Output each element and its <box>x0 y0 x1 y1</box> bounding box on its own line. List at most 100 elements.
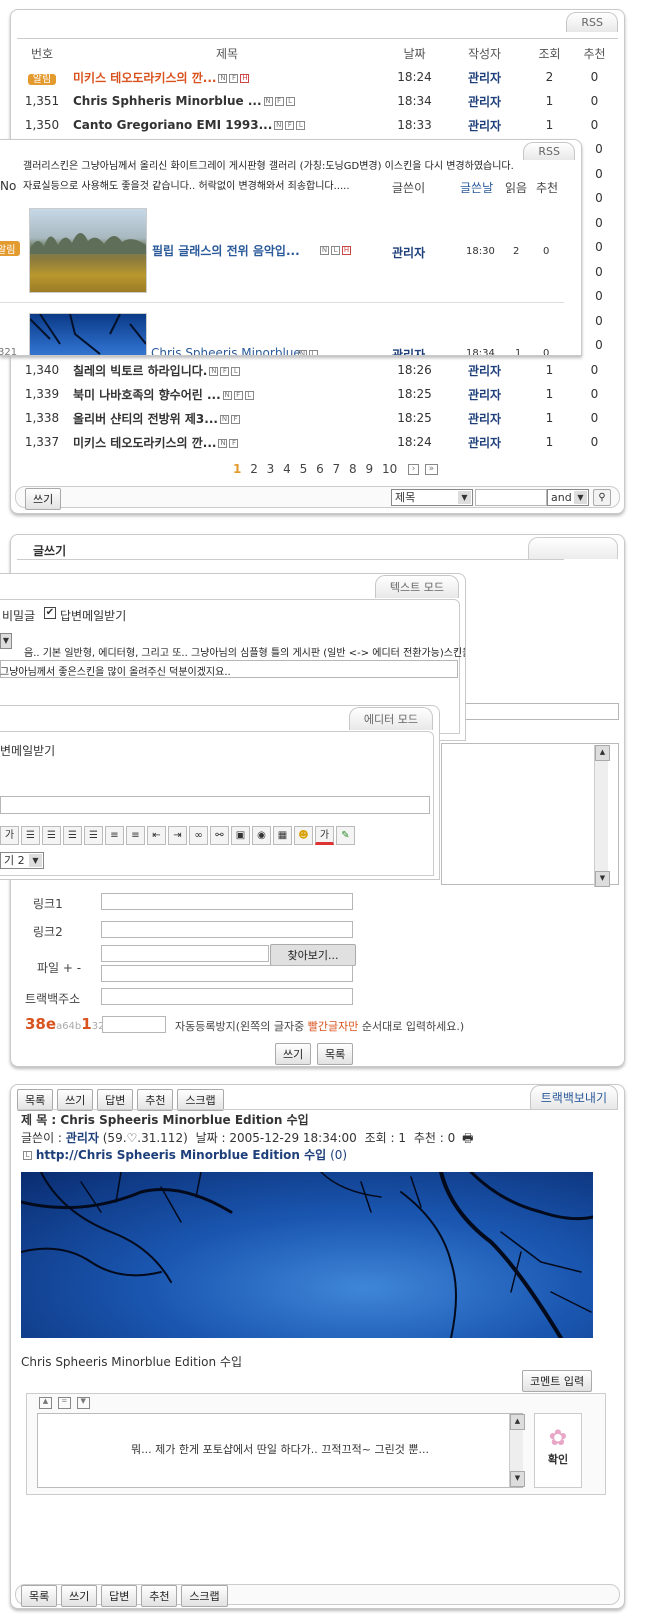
captcha-input[interactable] <box>102 1016 166 1033</box>
background-field-1[interactable] <box>441 703 619 720</box>
post-title[interactable]: 올리버 샨티의 전방위 제3... <box>73 412 218 426</box>
indent-icon[interactable]: ⇥ <box>168 826 187 845</box>
file-path-input[interactable] <box>101 945 269 962</box>
bottom-recommend-button[interactable]: 추천 <box>141 1585 178 1607</box>
post-title[interactable]: 칠레의 빅토르 하라입니다. <box>73 364 207 378</box>
bottom-write-button[interactable]: 쓰기 <box>61 1585 98 1607</box>
table-row[interactable]: 1,340 칠레의 빅토르 하라입니다. N F L 18:26 관리자 1 0 <box>17 358 617 382</box>
table-row[interactable]: 1,350 Canto Gregoriano EMI 1993... N F L 18… <box>17 113 617 137</box>
table-row[interactable]: 1,338 올리버 샨티의 전방위 제3... N F 18:25 관리자 1 0 <box>17 406 617 430</box>
table-icon[interactable]: ▦ <box>273 826 292 845</box>
post-author[interactable]: 관리자 <box>442 406 527 430</box>
post-author[interactable]: 관리자 <box>442 430 527 454</box>
post-author[interactable]: 관리자 <box>442 382 527 406</box>
file-desc-input[interactable] <box>101 965 353 982</box>
background-editor-area[interactable] <box>441 743 619 885</box>
page-link[interactable]: 10 <box>382 462 397 476</box>
post-title[interactable]: 미키스 테오도라키스의 깐... <box>73 71 216 85</box>
gallery-author-1[interactable]: 관리자 <box>392 244 425 261</box>
page-link[interactable]: 8 <box>349 462 357 476</box>
page-link[interactable]: 3 <box>267 462 275 476</box>
image-icon[interactable]: ▣ <box>231 826 250 845</box>
page-link[interactable]: 9 <box>365 462 373 476</box>
view-recommend-button[interactable]: 추천 <box>137 1089 174 1111</box>
last-page-icon[interactable]: » <box>424 464 438 475</box>
bottom-scrap-button[interactable]: 스크랩 <box>181 1585 228 1607</box>
search-input[interactable] <box>475 489 547 506</box>
page-link[interactable]: 2 <box>250 462 258 476</box>
expand-icon[interactable]: ▼ <box>76 1396 90 1409</box>
view-list-button[interactable]: 목록 <box>17 1089 54 1111</box>
link1-input[interactable] <box>101 893 353 910</box>
table-row[interactable]: 1,337 미키스 테오도라키스의 깐... N F 18:24 관리자 1 0 <box>17 430 617 454</box>
reset-size-icon[interactable]: = <box>57 1396 71 1409</box>
view-write-button[interactable]: 쓰기 <box>57 1089 94 1111</box>
gallery-thumb-1[interactable] <box>29 208 147 293</box>
ordered-list-icon[interactable]: ≡ <box>105 826 124 845</box>
outdent-icon[interactable]: ⇤ <box>147 826 166 845</box>
post-author[interactable]: 관리자 <box>66 1131 99 1145</box>
page-link[interactable]: 6 <box>316 462 324 476</box>
page-link[interactable]: 5 <box>300 462 308 476</box>
rss-tab[interactable]: RSS <box>566 12 618 32</box>
gallery-author-2[interactable]: 관리자 <box>392 346 425 355</box>
bottom-reply-button[interactable]: 답변 <box>101 1585 138 1607</box>
emoticon-icon[interactable]: ☻ <box>294 826 313 845</box>
text-mode-tab[interactable]: 텍스트 모드 <box>374 575 459 598</box>
font-size-select[interactable]: 기 2 <box>0 852 44 869</box>
page-link[interactable]: 1 <box>233 462 241 476</box>
text-mode-dropdown-stub[interactable]: ▼ <box>0 633 12 649</box>
highlight-icon[interactable]: ✎ <box>336 826 355 845</box>
search-icon[interactable]: ⚲ <box>593 489 611 506</box>
trackback-input[interactable] <box>101 988 353 1005</box>
table-row[interactable]: 1,351 Chris Sphheris Minorblue ... N F L 18… <box>17 89 617 113</box>
align-center-icon[interactable]: ☰ <box>42 826 61 845</box>
post-title[interactable]: Chris Sphheris Minorblue ... <box>73 94 262 108</box>
post-author[interactable]: 관리자 <box>442 113 527 137</box>
media-icon[interactable]: ◉ <box>252 826 271 845</box>
link2-input[interactable] <box>101 921 353 938</box>
font-color-icon[interactable]: 가 <box>0 826 19 845</box>
view-scrap-button[interactable]: 스크랩 <box>177 1089 224 1111</box>
shrink-icon[interactable]: ▲ <box>39 1396 52 1409</box>
view-reply-button[interactable]: 답변 <box>97 1089 134 1111</box>
editor-mode-tab[interactable]: 에디터 모드 <box>348 707 433 730</box>
reply-mail-checkbox[interactable]: ✔ <box>44 607 56 619</box>
next-page-icon[interactable]: › <box>408 464 420 475</box>
post-title[interactable]: Canto Gregoriano EMI 1993... <box>73 118 272 132</box>
gallery-title-2[interactable]: Chris Spheeris Minorblue ... <box>151 346 316 355</box>
comment-scrollbar[interactable] <box>509 1414 525 1487</box>
bottom-list-button[interactable]: 목록 <box>21 1585 58 1607</box>
post-author[interactable]: 관리자 <box>442 89 527 113</box>
post-title[interactable]: 미키스 테오도라키스의 깐... <box>73 436 216 450</box>
page-link[interactable]: 7 <box>333 462 341 476</box>
gallery-rss-tab[interactable]: RSS <box>523 142 575 160</box>
post-author[interactable]: 관리자 <box>442 358 527 382</box>
post-link[interactable]: http://Chris Spheeris Minorblue Edition … <box>36 1148 326 1162</box>
post-author[interactable]: 관리자 <box>442 65 527 89</box>
gallery-title-1[interactable]: 필립 글래스의 전위 음악입... <box>152 242 300 259</box>
post-title[interactable]: 북미 나바호족의 향수어린 ... <box>73 388 221 402</box>
align-justify-icon[interactable]: ☰ <box>84 826 103 845</box>
align-left-icon[interactable]: ☰ <box>21 826 40 845</box>
unordered-list-icon[interactable]: ≡ <box>126 826 145 845</box>
search-op-select[interactable]: and <box>547 489 589 506</box>
search-field-select[interactable]: 제목 <box>391 489 473 506</box>
browse-button[interactable]: 찾아보기... <box>270 944 356 966</box>
unlink-icon[interactable]: ⚯ <box>210 826 229 845</box>
editor-title-input[interactable] <box>0 796 430 814</box>
table-row[interactable]: 1,339 북미 나바호족의 향수어린 ... N F L 18:25 관리자 1 0 <box>17 382 617 406</box>
link-icon[interactable]: ∞ <box>189 826 208 845</box>
list-button[interactable]: 목록 <box>317 1043 354 1065</box>
comment-input-button[interactable]: 코멘트 입력 <box>522 1370 593 1392</box>
write-button[interactable]: 쓰기 <box>25 488 62 510</box>
text-color-icon[interactable]: 가 <box>315 826 334 845</box>
print-icon[interactable]: 🖶 <box>462 1131 473 1145</box>
align-right-icon[interactable]: ☰ <box>63 826 82 845</box>
page-link[interactable]: 4 <box>283 462 291 476</box>
background-editor-scrollbar[interactable] <box>594 745 610 887</box>
trackback-send-tab[interactable]: 트랙백보내기 <box>529 1085 618 1109</box>
submit-button[interactable]: 쓰기 <box>275 1043 312 1065</box>
confirm-button[interactable]: ✿ 확인 <box>534 1413 582 1488</box>
gallery-thumb-2[interactable] <box>29 313 147 355</box>
